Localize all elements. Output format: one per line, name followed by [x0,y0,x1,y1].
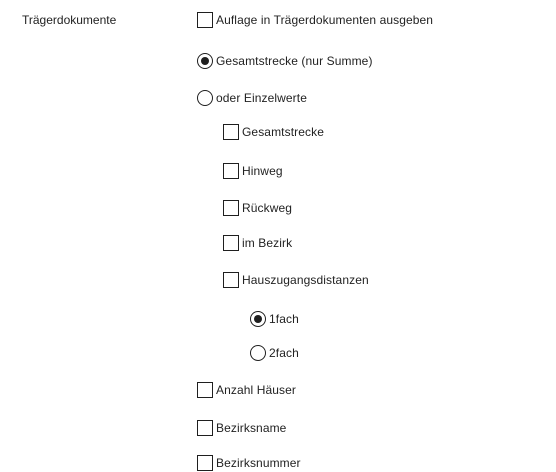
bezirksname-option[interactable]: Bezirksname [197,419,286,437]
bezirksnummer-checkbox[interactable] [197,455,213,471]
hinweg-label: Hinweg [242,164,283,178]
zweifach-radio[interactable] [250,345,266,361]
rueckweg-label: Rückweg [242,201,293,215]
traegerdokumente-settings: Trägerdokumente Auflage in Trägerdokumen… [0,0,556,472]
auflage-checkbox[interactable] [197,12,213,28]
rueckweg-checkbox[interactable] [223,200,239,216]
einfach-radio[interactable] [250,311,266,327]
einzel-gesamtstrecke-label: Gesamtstrecke [242,125,324,139]
hinweg-checkbox[interactable] [223,163,239,179]
gesamtstrecke-summe-option[interactable]: Gesamtstrecke (nur Summe) [197,52,373,70]
im-bezirk-checkbox[interactable] [223,235,239,251]
zweifach-option[interactable]: 2fach [250,344,299,362]
hauszugangsdistanzen-option[interactable]: Hauszugangsdistanzen [223,271,369,289]
auflage-label: Auflage in Trägerdokumenten ausgeben [216,13,434,27]
gesamtstrecke-summe-label: Gesamtstrecke (nur Summe) [216,54,373,68]
gesamtstrecke-summe-radio[interactable] [197,53,213,69]
einzelwerte-radio[interactable] [197,90,213,106]
hauszugangsdistanzen-checkbox[interactable] [223,272,239,288]
hinweg-option[interactable]: Hinweg [223,162,283,180]
zweifach-label: 2fach [269,346,299,360]
im-bezirk-label: im Bezirk [242,236,293,250]
bezirksnummer-label: Bezirksnummer [216,456,301,470]
auflage-option[interactable]: Auflage in Trägerdokumenten ausgeben [197,11,433,29]
einzelwerte-option[interactable]: oder Einzelwerte [197,89,307,107]
bezirksname-checkbox[interactable] [197,420,213,436]
anzahl-haeuser-option[interactable]: Anzahl Häuser [197,381,296,399]
einzel-gesamtstrecke-checkbox[interactable] [223,124,239,140]
anzahl-haeuser-checkbox[interactable] [197,382,213,398]
einfach-label: 1fach [269,312,299,326]
hauszugangsdistanzen-label: Hauszugangsdistanzen [242,273,369,287]
anzahl-haeuser-label: Anzahl Häuser [216,383,297,397]
einzelwerte-label: oder Einzelwerte [216,91,307,105]
einfach-option[interactable]: 1fach [250,310,299,328]
section-label: Trägerdokumente [22,13,117,27]
einzel-gesamtstrecke-option[interactable]: Gesamtstrecke [223,123,324,141]
bezirksname-label: Bezirksname [216,421,287,435]
im-bezirk-option[interactable]: im Bezirk [223,234,292,252]
rueckweg-option[interactable]: Rückweg [223,199,292,217]
bezirksnummer-option[interactable]: Bezirksnummer [197,454,301,472]
